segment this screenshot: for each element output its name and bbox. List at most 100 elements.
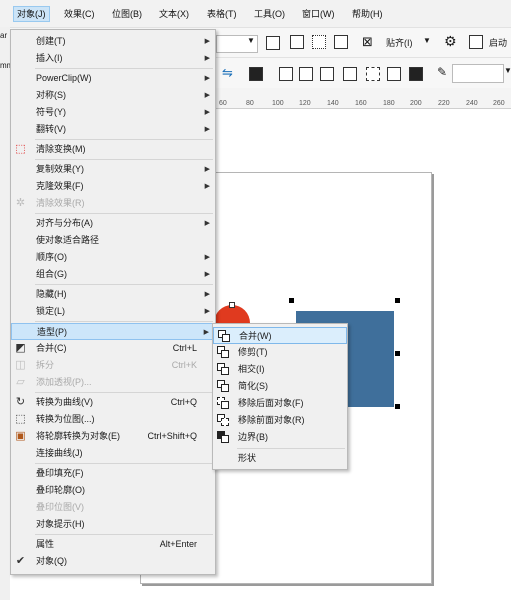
- submenu-item-intersect[interactable]: 相交(I): [213, 361, 347, 378]
- menu-object[interactable]: 对象(J): [13, 6, 50, 22]
- outline-dropdown-icon[interactable]: ▼: [504, 66, 511, 75]
- snap-off-icon[interactable]: ⊠: [362, 34, 373, 50]
- snap-dropdown-icon[interactable]: ▼: [423, 36, 431, 45]
- submenu-item-back-minus-front[interactable]: 移除前面对象(R): [213, 412, 347, 429]
- menu-separator: [35, 463, 213, 464]
- menu-item-label: 叠印填充(F): [36, 468, 84, 478]
- boundary-tool-icon[interactable]: [409, 67, 423, 81]
- menu-item-shortcut: Ctrl+L: [172, 343, 197, 353]
- menu-separator: [35, 159, 213, 160]
- fullscreen-icon[interactable]: [266, 36, 280, 50]
- menu-text[interactable]: 文本(X): [159, 7, 189, 21]
- group-icon[interactable]: [249, 67, 263, 81]
- menu-bitmaps[interactable]: 位图(B): [112, 7, 142, 21]
- menubar: 对象(J) 效果(C) 位图(B) 文本(X) 表格(T) 工具(O) 窗口(W…: [0, 0, 511, 27]
- menu-item-order[interactable]: 顺序(O) ▶: [11, 249, 215, 266]
- align-icon[interactable]: ⇋: [222, 65, 233, 81]
- selection-handle[interactable]: [289, 298, 294, 303]
- submenu-item-boundary[interactable]: 边界(B): [213, 429, 347, 446]
- chevron-right-icon: ▶: [204, 308, 210, 315]
- launch-icon[interactable]: [469, 35, 483, 49]
- menu-item-hide[interactable]: 隐藏(H) ▶: [11, 286, 215, 303]
- submenu-item-front-minus-back[interactable]: 移除后面对象(F): [213, 395, 347, 412]
- menu-item-overprint-outline[interactable]: 叠印轮廓(O): [11, 482, 215, 499]
- menu-item-fit-to-path[interactable]: 使对象适合路径: [11, 232, 215, 249]
- submenu-item-weld[interactable]: 合并(W): [213, 327, 347, 344]
- checkmark-icon: ✔: [15, 555, 26, 567]
- menu-item-properties[interactable]: 属性 Alt+Enter: [11, 536, 215, 553]
- menu-item-outline-to-object[interactable]: ▣ 将轮廓转换为对象(E) Ctrl+Shift+Q: [11, 428, 215, 445]
- node-handle[interactable]: [229, 302, 235, 308]
- menu-item-convert-to-bitmap[interactable]: ⬚ 转换为位图(...): [11, 411, 215, 428]
- menu-item-label: 对象提示(H): [36, 519, 85, 529]
- menu-item-label: 叠印位图(V): [36, 502, 84, 512]
- guidelines-icon[interactable]: [334, 35, 348, 49]
- menu-item-shortcut: Ctrl+K: [171, 360, 197, 370]
- menu-help[interactable]: 帮助(H): [352, 7, 383, 21]
- menu-item-label: 属性: [36, 539, 55, 549]
- trim-icon: [217, 346, 230, 359]
- selection-handle[interactable]: [395, 298, 400, 303]
- menu-item-create[interactable]: 创建(T) ▶: [11, 33, 215, 50]
- menu-item-label: PowerClip(W): [36, 73, 92, 83]
- trim-tool-icon[interactable]: [299, 67, 313, 81]
- snap-to-button[interactable]: 贴齐(I): [386, 36, 413, 49]
- menu-item-clear-transform[interactable]: ⬚ 清除变换(M): [11, 141, 215, 158]
- intersect-tool-icon[interactable]: [320, 67, 334, 81]
- menu-item-clone-effect[interactable]: 克隆效果(F) ▶: [11, 178, 215, 195]
- selection-handle[interactable]: [395, 351, 400, 356]
- menu-separator: [35, 284, 213, 285]
- menu-item-combine[interactable]: ◩ 合并(C) Ctrl+L: [11, 340, 215, 357]
- menu-item-label: 添加透视(P)...: [36, 377, 92, 387]
- options-gear-icon[interactable]: ⚙: [444, 33, 457, 50]
- pen-icon[interactable]: ✎: [437, 65, 447, 79]
- menu-item-overprint-fill[interactable]: 叠印填充(F): [11, 465, 215, 482]
- menu-tools[interactable]: 工具(O): [254, 7, 285, 21]
- rulers-icon[interactable]: [290, 35, 304, 49]
- launch-label[interactable]: 启动: [489, 36, 507, 49]
- ruler-tick: 60: [219, 100, 227, 107]
- ruler-tick: 80: [246, 100, 254, 107]
- menu-item-copy-effect[interactable]: 复制效果(Y) ▶: [11, 161, 215, 178]
- submenu-item-trim[interactable]: 修剪(T): [213, 344, 347, 361]
- submenu-item-shape[interactable]: 形状: [213, 450, 347, 467]
- menu-item-symmetry[interactable]: 对称(S) ▶: [11, 87, 215, 104]
- menu-item-objects[interactable]: ✔ 对象(Q): [11, 553, 215, 570]
- back-minus-front-tool-icon[interactable]: [387, 67, 401, 81]
- menu-item-symbol[interactable]: 符号(Y) ▶: [11, 104, 215, 121]
- chevron-right-icon: ▶: [204, 126, 210, 133]
- break-apart-icon: ◫: [15, 359, 26, 371]
- menu-effects[interactable]: 效果(C): [64, 7, 95, 21]
- submenu-item-simplify[interactable]: 简化(S): [213, 378, 347, 395]
- shaping-submenu: 合并(W) 修剪(T) 相交(I) 简化(S) 移除后面对象(F) 移除前面对象…: [212, 323, 348, 470]
- menu-item-lock[interactable]: 锁定(L) ▶: [11, 303, 215, 320]
- chevron-right-icon: ▶: [204, 109, 210, 116]
- menu-item-join-curves[interactable]: 连接曲线(J): [11, 445, 215, 462]
- menu-item-flip[interactable]: 翻转(V) ▶: [11, 121, 215, 138]
- menu-item-shaping[interactable]: 造型(P) ▶: [11, 323, 215, 340]
- grid-icon[interactable]: [312, 35, 326, 49]
- menu-item-clear-effect: ✲ 清除效果(R): [11, 195, 215, 212]
- weld-tool-icon[interactable]: [279, 67, 293, 81]
- menu-item-powerclip[interactable]: PowerClip(W) ▶: [11, 70, 215, 87]
- menu-item-label: 翻转(V): [36, 124, 66, 134]
- ruler-tick: 200: [410, 100, 422, 107]
- menu-item-label: 清除变换(M): [36, 144, 86, 154]
- menu-item-object-hints[interactable]: 对象提示(H): [11, 516, 215, 533]
- menu-item-group[interactable]: 组合(G) ▶: [11, 266, 215, 283]
- simplify-tool-icon[interactable]: [343, 67, 357, 81]
- zoom-dropdown-icon[interactable]: ▼: [247, 36, 255, 45]
- menu-separator: [35, 139, 213, 140]
- menu-separator: [35, 321, 213, 322]
- menu-item-align-distribute[interactable]: 对齐与分布(A) ▶: [11, 215, 215, 232]
- outline-width-field[interactable]: [452, 64, 504, 83]
- front-minus-back-tool-icon[interactable]: [366, 67, 380, 81]
- menu-window[interactable]: 窗口(W): [302, 7, 335, 21]
- menu-item-insert[interactable]: 插入(I) ▶: [11, 50, 215, 67]
- selection-handle[interactable]: [395, 404, 400, 409]
- menu-separator: [35, 213, 213, 214]
- menu-table[interactable]: 表格(T): [207, 7, 237, 21]
- chevron-right-icon: ▶: [204, 75, 210, 82]
- menu-item-label: 顺序(O): [36, 252, 67, 262]
- menu-item-convert-to-curves[interactable]: ↻ 转换为曲线(V) Ctrl+Q: [11, 394, 215, 411]
